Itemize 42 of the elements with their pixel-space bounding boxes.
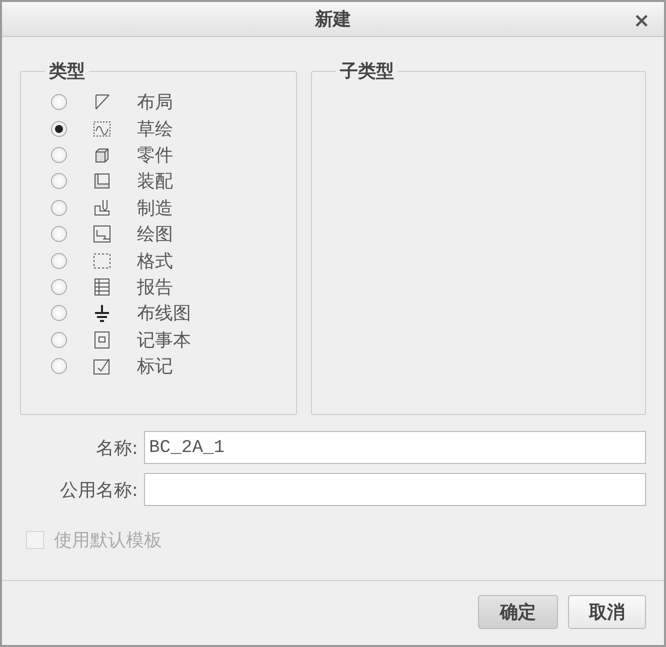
type-label[interactable]: 布局 [137, 90, 173, 114]
radio-button[interactable] [51, 146, 67, 163]
type-label[interactable]: 装配 [137, 169, 173, 194]
type-icon [92, 276, 112, 297]
radio-button[interactable] [51, 252, 67, 269]
type-label[interactable]: 制造 [137, 196, 173, 220]
type-icon [92, 303, 112, 324]
radio-button[interactable] [51, 226, 67, 242]
type-label[interactable]: 草绘 [137, 116, 173, 141]
radio-button[interactable] [51, 332, 67, 348]
field-label: 公用名称: [58, 478, 139, 502]
checkbox-label: 使用默认模板 [54, 529, 162, 552]
group-title: 类型 [48, 60, 86, 83]
ok-button[interactable]: 确定 [478, 595, 558, 629]
radio-button[interactable] [51, 358, 67, 374]
type-icon [92, 198, 112, 218]
radio-button[interactable] [51, 94, 67, 110]
type-label[interactable]: 记事本 [137, 328, 191, 352]
radio-button[interactable] [51, 278, 67, 295]
close-button[interactable]: × [629, 8, 654, 32]
type-label[interactable]: 布线图 [137, 301, 191, 326]
type-icon [92, 224, 112, 244]
type-label[interactable]: 格式 [137, 248, 173, 273]
type-icon [92, 118, 112, 139]
type-icon [92, 250, 112, 271]
window-title: 新建 [315, 8, 351, 31]
type-icon [92, 330, 112, 350]
radio-button[interactable] [51, 120, 67, 137]
radio-button[interactable] [51, 305, 67, 322]
input-field[interactable]: BC_2A_1 [144, 431, 646, 464]
type-label[interactable]: 标记 [137, 354, 173, 378]
radio-button[interactable] [51, 200, 67, 216]
cancel-button[interactable]: 取消 [568, 595, 646, 629]
type-label[interactable]: 绘图 [137, 222, 173, 246]
field-label: 名称: [94, 436, 139, 460]
type-label[interactable]: 零件 [137, 142, 173, 167]
type-icon [92, 356, 112, 376]
radio-button[interactable] [51, 173, 67, 190]
type-label[interactable]: 报告 [137, 274, 173, 299]
group-title: 子类型 [339, 60, 395, 83]
input-field[interactable] [144, 473, 646, 506]
type-icon [92, 171, 112, 192]
